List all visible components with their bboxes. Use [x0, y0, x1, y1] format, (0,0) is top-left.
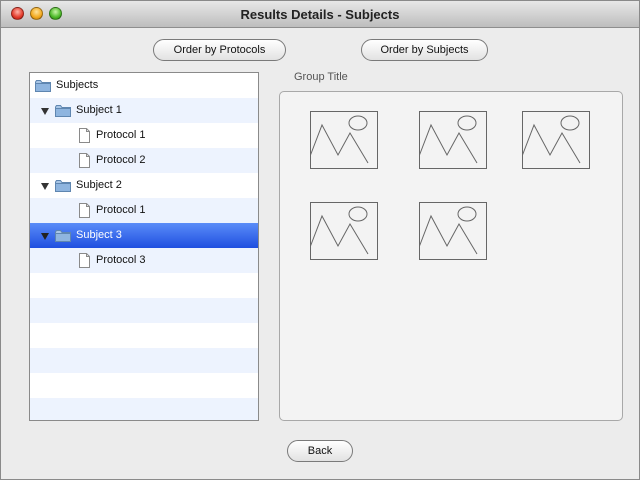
empty-row — [30, 348, 258, 373]
file-icon — [79, 203, 90, 218]
back-button[interactable]: Back — [287, 440, 353, 462]
tree-item-label: Protocol 1 — [96, 129, 146, 141]
tree-item-label: Protocol 3 — [96, 254, 146, 266]
file-icon — [79, 253, 90, 268]
app-window: Results Details - Subjects Order by Prot… — [0, 0, 640, 480]
image-group-panel — [279, 91, 623, 421]
tree-item-label: Subject 1 — [76, 104, 122, 116]
subjects-tree[interactable]: Subjects Subject 1 Protocol 1 Protocol 2… — [29, 72, 259, 421]
image-placeholder-icon[interactable] — [310, 202, 378, 260]
empty-row — [30, 398, 258, 420]
disclosure-triangle-icon[interactable] — [41, 183, 49, 190]
image-placeholder-icon[interactable] — [419, 111, 487, 169]
image-placeholder-icon[interactable] — [522, 111, 590, 169]
empty-row — [30, 373, 258, 398]
folder-icon — [35, 80, 51, 92]
order-by-protocols-button[interactable]: Order by Protocols — [153, 39, 286, 61]
title-bar: Results Details - Subjects — [1, 1, 639, 28]
tree-item-protocol[interactable]: Protocol 1 — [30, 123, 258, 148]
tree-item-label: Protocol 1 — [96, 204, 146, 216]
disclosure-triangle-icon[interactable] — [41, 108, 49, 115]
tree-root-row[interactable]: Subjects — [30, 73, 258, 98]
window-title: Results Details - Subjects — [240, 7, 400, 22]
order-by-subjects-button[interactable]: Order by Subjects — [361, 39, 488, 61]
group-title: Group Title — [294, 71, 348, 83]
tree-item-subject-1[interactable]: Subject 1 — [30, 98, 258, 123]
tree-item-subject-2[interactable]: Subject 2 — [30, 173, 258, 198]
tree-item-label: Subject 2 — [76, 179, 122, 191]
tree-item-protocol[interactable]: Protocol 1 — [30, 198, 258, 223]
folder-icon — [55, 180, 71, 192]
file-icon — [79, 128, 90, 143]
tree-item-protocol[interactable]: Protocol 2 — [30, 148, 258, 173]
disclosure-triangle-icon[interactable] — [41, 233, 49, 240]
tree-root-label: Subjects — [56, 79, 99, 91]
empty-row — [30, 323, 258, 348]
folder-icon — [55, 230, 71, 242]
image-placeholder-icon[interactable] — [419, 202, 487, 260]
tree-item-subject-3[interactable]: Subject 3 — [30, 223, 258, 248]
tree-item-label: Subject 3 — [76, 229, 122, 241]
empty-row — [30, 298, 258, 323]
file-icon — [79, 153, 90, 168]
image-placeholder-icon[interactable] — [310, 111, 378, 169]
tree-item-label: Protocol 2 — [96, 154, 146, 166]
folder-icon — [55, 105, 71, 117]
tree-item-protocol[interactable]: Protocol 3 — [30, 248, 258, 273]
empty-row — [30, 273, 258, 298]
